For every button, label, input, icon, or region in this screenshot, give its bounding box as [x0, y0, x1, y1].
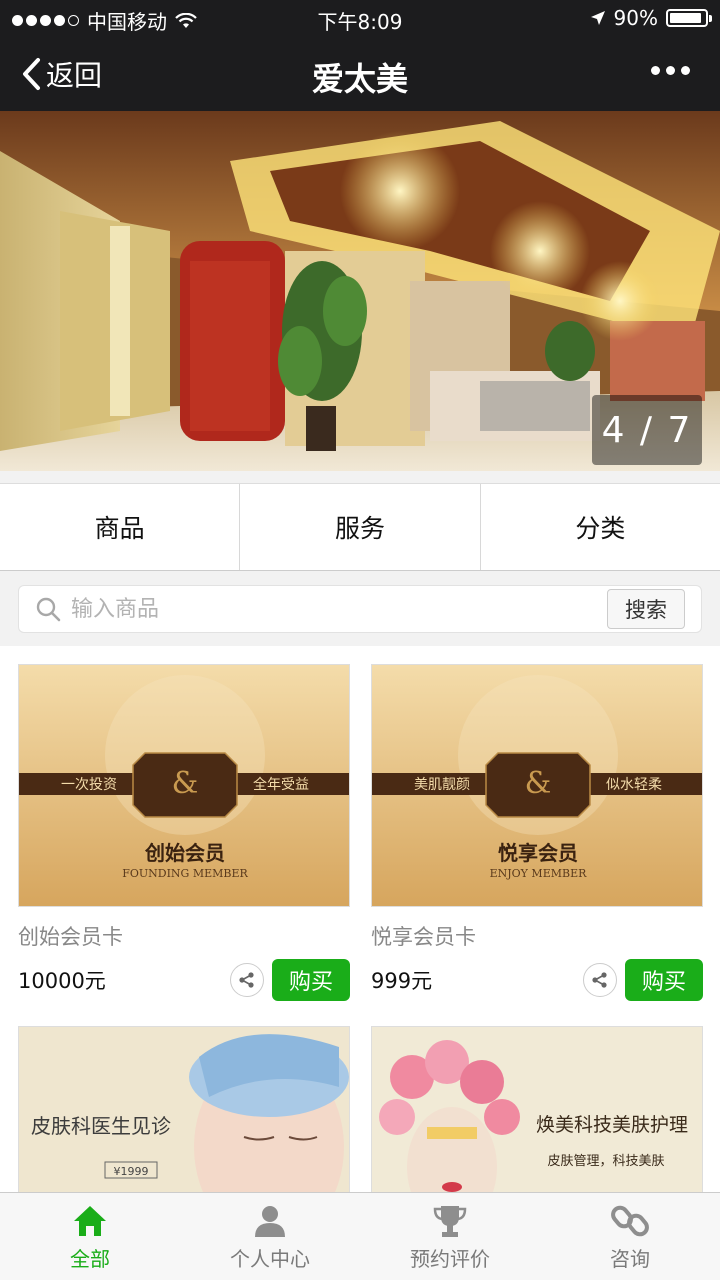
product-image[interactable]: & 美肌靓颜 似水轻柔 悦享会员 ENJOY MEMBER: [371, 664, 703, 907]
product-image-right-slogan: 似水轻柔: [606, 777, 662, 793]
search-input[interactable]: [71, 596, 607, 622]
tab-categories[interactable]: 分类: [481, 484, 720, 570]
battery-icon: [666, 9, 712, 27]
product-price: 10000元: [18, 969, 106, 993]
svg-text:&: &: [172, 766, 199, 801]
tab-services[interactable]: 服务: [240, 484, 481, 570]
search-button[interactable]: 搜索: [607, 589, 685, 629]
banner-carousel[interactable]: 4 / 7: [0, 111, 720, 471]
person-icon: [255, 1206, 285, 1237]
product-card[interactable]: & 一次投资 全年受益 创始会员 FOUNDING MEMBER 创始会员卡 1…: [18, 664, 350, 1001]
product-actions: 10000元 购买: [18, 959, 350, 1001]
battery-level: [670, 13, 701, 23]
tabbar-label: 个人中心: [230, 1247, 310, 1271]
product-image[interactable]: 皮肤科医生见诊 ¥1999: [18, 1026, 350, 1194]
category-tabs: 商品 服务 分类: [0, 483, 720, 571]
share-button[interactable]: [230, 963, 264, 997]
product-name: 创始会员卡: [18, 925, 123, 949]
status-right: 90%: [590, 6, 712, 30]
product-image-title: 创始会员: [144, 841, 225, 865]
more-dots-icon: [651, 66, 660, 75]
product-image-title: 皮肤科医生见诊: [31, 1114, 171, 1138]
product-image-right-slogan: 全年受益: [253, 776, 309, 793]
tabbar-label: 预约评价: [410, 1247, 490, 1271]
page-title: 爱太美: [311, 60, 408, 98]
product-image[interactable]: 焕美科技美肤护理 皮肤管理，科技美肤: [371, 1026, 703, 1194]
product-card[interactable]: & 美肌靓颜 似水轻柔 悦享会员 ENJOY MEMBER 悦享会员卡 999元…: [371, 664, 703, 1001]
share-icon: [592, 972, 607, 988]
product-image-title: 悦享会员: [498, 841, 578, 865]
trophy-icon: [433, 1206, 467, 1237]
product-image[interactable]: & 一次投资 全年受益 创始会员 FOUNDING MEMBER: [18, 664, 350, 907]
product-actions: 999元 购买: [371, 959, 703, 1001]
nav-bar: 返回 爱太美: [0, 36, 720, 111]
product-image-left-slogan: 一次投资: [61, 777, 117, 793]
battery-percent: 90%: [613, 6, 658, 30]
product-image-left-slogan: 美肌靓颜: [414, 777, 470, 793]
tabbar-label: 咨询: [610, 1247, 650, 1271]
tabbar-item-all[interactable]: 全部: [0, 1193, 180, 1280]
search-icon: [36, 597, 61, 622]
tab-goods[interactable]: 商品: [0, 484, 241, 570]
svg-text:&: &: [525, 766, 552, 801]
location-arrow-icon: [590, 11, 605, 25]
banner-page-indicator: 4 / 7: [592, 395, 702, 465]
product-card[interactable]: 皮肤科医生见诊 ¥1999: [18, 1026, 350, 1194]
status-bar: 中国移动 下午8:09 90%: [0, 0, 720, 36]
product-image-subtitle: ENJOY MEMBER: [490, 867, 588, 880]
product-image-subtitle: FOUNDING MEMBER: [122, 867, 248, 880]
tabbar-label: 全部: [70, 1247, 110, 1271]
link-icon: [611, 1205, 649, 1237]
more-button[interactable]: [651, 66, 690, 75]
share-button[interactable]: [583, 963, 617, 997]
tabbar-item-profile[interactable]: 个人中心: [180, 1193, 360, 1280]
home-icon: [74, 1206, 106, 1236]
buy-button[interactable]: 购买: [272, 959, 350, 1001]
buy-button[interactable]: 购买: [625, 959, 703, 1001]
product-name: 悦享会员卡: [371, 925, 476, 949]
tabbar-item-consult[interactable]: 咨询: [540, 1193, 720, 1280]
product-image-price-tag: ¥1999: [114, 1165, 149, 1178]
product-image-title: 焕美科技美肤护理: [536, 1114, 688, 1136]
search-bar: 搜索: [18, 585, 702, 633]
product-grid: & 一次投资 全年受益 创始会员 FOUNDING MEMBER 创始会员卡 1…: [0, 646, 720, 1194]
tabbar-item-booking-review[interactable]: 预约评价: [360, 1193, 540, 1280]
product-card[interactable]: 焕美科技美肤护理 皮肤管理，科技美肤: [371, 1026, 703, 1194]
share-icon: [239, 972, 254, 988]
product-price: 999元: [371, 969, 433, 993]
bottom-tab-bar: 全部 个人中心 预约评价 咨询: [0, 1192, 720, 1280]
product-image-subtitle: 皮肤管理，科技美肤: [547, 1154, 664, 1169]
